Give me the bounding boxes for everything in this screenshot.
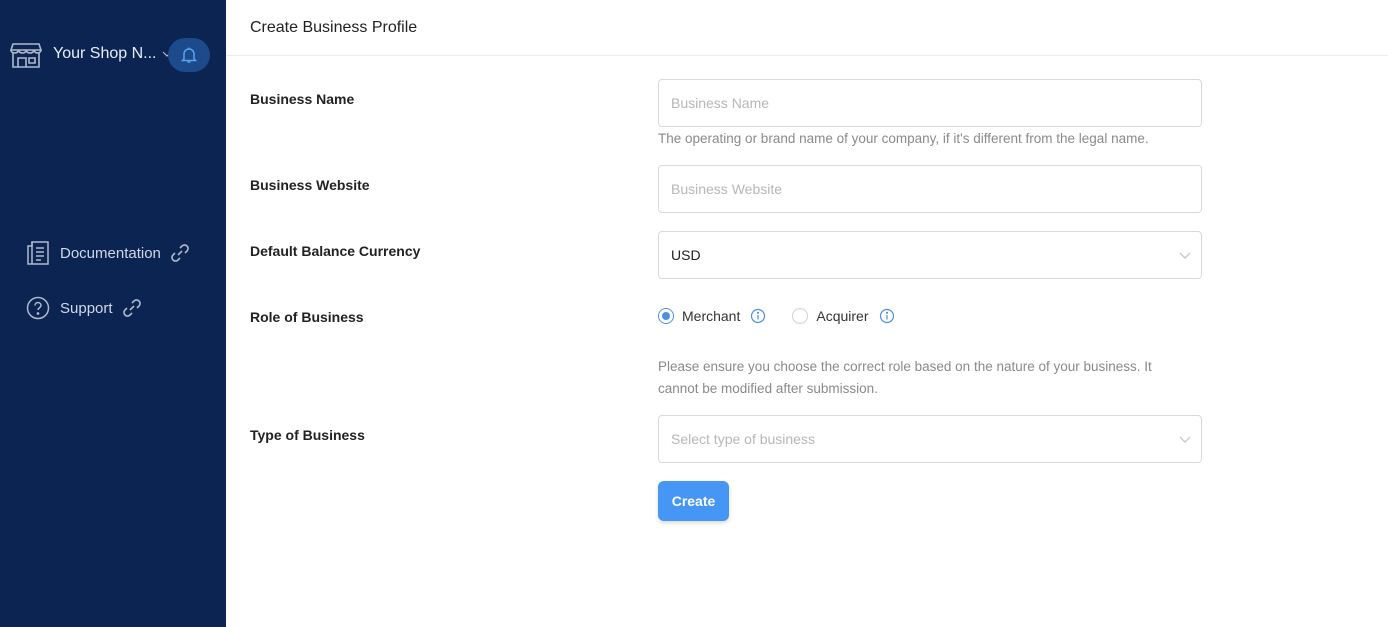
business-website-field[interactable] [658, 165, 1202, 213]
currency-label: Default Balance Currency [250, 243, 421, 259]
sidebar-item-label: Documentation [60, 244, 161, 262]
info-icon[interactable] [879, 308, 895, 324]
external-link-icon [171, 244, 189, 262]
business-type-placeholder: Select type of business [671, 431, 815, 447]
role-help: Please ensure you choose the correct rol… [658, 359, 1152, 396]
external-link-icon [122, 299, 141, 317]
main-content: Create Business Profile Business Name Th… [226, 0, 1388, 627]
sidebar-item-documentation[interactable]: Documentation [26, 240, 191, 266]
sidebar: Your Shop N... Documentation Support [0, 0, 226, 627]
business-type-select[interactable]: Select type of business [658, 415, 1202, 463]
page-title: Create Business Profile [250, 18, 418, 36]
page-header: Create Business Profile [226, 0, 1388, 56]
chevron-down-icon [1179, 252, 1191, 259]
help-circle-icon [26, 296, 50, 320]
notifications-button[interactable] [168, 38, 210, 72]
store-icon [10, 43, 42, 68]
sidebar-item-label: Support [60, 299, 113, 317]
business-type-label: Type of Business [250, 427, 365, 443]
merchant-radio[interactable] [658, 308, 674, 324]
document-icon [27, 241, 49, 265]
business-name-help: The operating or brand name of your comp… [658, 131, 1149, 146]
create-button[interactable]: Create [658, 481, 729, 521]
business-name-label: Business Name [250, 91, 355, 107]
role-radio-group: Merchant Acquirer [658, 308, 895, 324]
merchant-radio-label[interactable]: Merchant [682, 308, 740, 324]
acquirer-radio-label[interactable]: Acquirer [816, 308, 868, 324]
currency-select[interactable]: USD [658, 231, 1202, 279]
currency-value: USD [671, 247, 701, 263]
info-icon[interactable] [750, 308, 766, 324]
shop-name[interactable]: Your Shop N... [53, 45, 156, 63]
business-website-input[interactable] [671, 181, 1201, 197]
sidebar-item-support[interactable]: Support [26, 296, 143, 320]
role-label: Role of Business [250, 309, 364, 325]
business-name-input[interactable] [671, 95, 1201, 111]
chevron-down-icon [1179, 436, 1191, 443]
bell-icon [181, 47, 197, 63]
acquirer-radio[interactable] [792, 308, 809, 324]
business-name-field[interactable] [658, 79, 1202, 127]
shop-selector[interactable]: Your Shop N... [10, 38, 172, 70]
business-website-label: Business Website [250, 177, 370, 193]
